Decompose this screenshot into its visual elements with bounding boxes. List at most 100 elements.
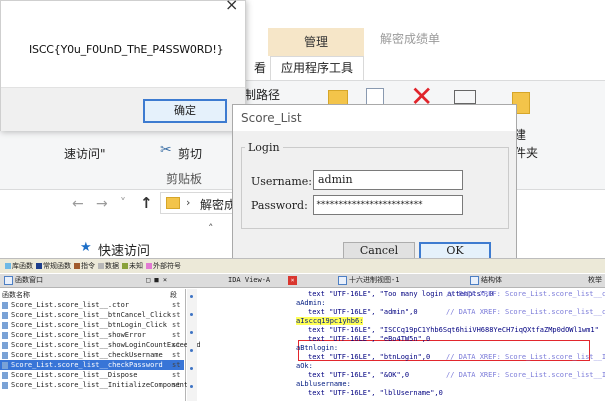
copy-path-button[interactable]: 制路径 xyxy=(244,86,280,103)
function-icon xyxy=(2,371,8,379)
legend-swatch xyxy=(98,263,104,269)
tab-app-tools[interactable]: 应用程序工具 xyxy=(270,56,364,80)
instruction-text: text "UTF-16LE", "ISCCq19pC1Yhb6Sqt6hiiV… xyxy=(308,326,599,334)
function-list-item[interactable]: Score_List.score_list__.ctor st xyxy=(0,300,184,310)
tab-view-partial[interactable]: 看 xyxy=(254,59,266,76)
code-line[interactable]: text "UTF-16LE", "eBo4TW5n",0 xyxy=(308,335,430,344)
function-list-item[interactable]: Score_List.score_list__btnCancel_Click st xyxy=(0,310,184,320)
function-list-item[interactable]: Score_List.score_list__Dispose st xyxy=(0,370,184,380)
tab-functions[interactable]: 函数窗口 xyxy=(4,274,43,287)
legend-swatch xyxy=(122,263,128,269)
tab-enums[interactable]: 枚举 xyxy=(588,274,602,287)
function-name: Score_List.score_list__btnCancel_Click xyxy=(11,311,172,319)
code-label[interactable]: aAdmin: xyxy=(296,299,326,308)
label-name: aOk: xyxy=(296,362,313,370)
functions-window-icon xyxy=(4,275,13,285)
scroll-up-icon[interactable]: ˄ xyxy=(208,222,214,235)
legend-label: 指令 xyxy=(81,262,95,270)
legend-label: 未知 xyxy=(129,262,143,270)
instruction-text: text "UTF-16LE", "eBo4TW5n",0 xyxy=(308,335,431,343)
nav-quick-access[interactable]: 快速访问 xyxy=(98,240,150,259)
cut-icon[interactable]: ✂ xyxy=(160,142,172,158)
xref-marker-icon xyxy=(190,313,193,316)
function-list-item[interactable]: Score_List.score_list__btnLogin_Click st xyxy=(0,320,184,330)
functions-list: 函数名称 段 Score_List.score_list__.ctor st Sco… xyxy=(0,289,201,401)
label-name: aLblusername: xyxy=(296,380,351,388)
code-line[interactable]: text "UTF-16LE", "lblUsername",0 xyxy=(308,389,443,398)
instruction-text: text "UTF-16LE", "admin",0 xyxy=(308,308,418,316)
code-line[interactable]: text "UTF-16LE", "Too many login attempt… xyxy=(308,290,605,299)
address-path[interactable]: 解密成 xyxy=(200,196,236,213)
confirm-button[interactable]: 确定 xyxy=(143,99,227,123)
close-icon[interactable]: × xyxy=(288,276,297,285)
function-name: Score_List.score_list__checkUsername xyxy=(11,351,163,359)
username-field[interactable]: admin xyxy=(313,170,463,190)
function-list-item[interactable]: Score_List.score_list__InitializeCompone… xyxy=(0,380,188,390)
tab-ida-view[interactable]: IDA View-A xyxy=(228,274,270,287)
function-list-item[interactable]: Score_List.score_list__checkUsername st xyxy=(0,350,184,360)
legend-label: 常规函数 xyxy=(43,262,71,270)
arrow-up-icon[interactable]: ↑ xyxy=(140,194,153,212)
label-name: aIsccq19pc1yhb6: xyxy=(296,317,364,325)
tab-structures[interactable]: 结构体 xyxy=(470,274,502,287)
function-name: Score_List.score_list__.ctor xyxy=(11,301,130,309)
function-list-item[interactable]: Score_List.score_list__checkPassword st xyxy=(0,360,184,370)
chevron-right-icon[interactable]: › xyxy=(186,196,190,209)
function-name: Score_List.score_list__checkPassword xyxy=(11,361,163,369)
function-list-item[interactable]: Score_List.score_list__showError st xyxy=(0,330,184,340)
legend-swatch xyxy=(74,263,80,269)
xref-marker-icon xyxy=(190,367,193,370)
code-label[interactable]: aLblusername: xyxy=(296,380,351,389)
password-field[interactable]: ************************ xyxy=(313,195,463,215)
cut-button[interactable]: 剪切 xyxy=(178,145,202,162)
function-list-item[interactable]: Score_List.score_list__showLoginCountExc… xyxy=(0,340,201,350)
rename-icon[interactable] xyxy=(454,90,476,104)
code-line[interactable]: text "UTF-16LE", "&OK",0 // DATA XREF: Sc… xyxy=(308,371,605,380)
legend-label: 库函数 xyxy=(12,262,33,270)
tab-hex-view[interactable]: 十六进制视图-1 xyxy=(338,274,399,287)
legend-swatch xyxy=(36,263,42,269)
code-line[interactable]: text "UTF-16LE", "btnLogin",0 // DATA XRE… xyxy=(308,353,605,362)
function-icon xyxy=(2,331,8,339)
dialog-title: Score_List xyxy=(241,111,302,125)
window-title: 解密成绩单 xyxy=(380,32,441,46)
function-name: Score_List.score_list__Dispose xyxy=(11,371,138,379)
arrow-right-icon[interactable]: → xyxy=(96,196,108,212)
function-segment: st xyxy=(172,301,181,309)
pin-quick-access-label[interactable]: 速访问" xyxy=(64,145,106,162)
function-icon xyxy=(2,321,8,329)
new-folder-label-line2: 件夹 xyxy=(514,146,539,160)
login-group-label: Login xyxy=(245,141,283,154)
structures-icon xyxy=(470,275,479,285)
function-icon xyxy=(2,341,8,349)
function-name: Score_List.score_list__showError xyxy=(11,331,146,339)
xref-marker-icon xyxy=(190,385,193,388)
function-segment: st xyxy=(172,321,181,329)
tab-manage[interactable]: 管理 xyxy=(268,28,364,56)
function-segment: st xyxy=(172,351,181,359)
functions-column-header[interactable]: 函数名称 xyxy=(2,290,30,300)
functions-window-controls[interactable]: □ ■ × xyxy=(146,274,167,287)
code-line[interactable]: text "UTF-16LE", "ISCCq19pC1Yhb6Sqt6hiiV… xyxy=(308,326,599,335)
code-label[interactable]: aIsccq19pc1yhb6: xyxy=(296,317,364,326)
disassembly-listing[interactable]: text "UTF-16LE", "Too many login attempt… xyxy=(198,289,605,401)
function-segment: st xyxy=(172,371,181,379)
xref-comment: // DATA XREF: Score_List.score_list__che… xyxy=(446,290,605,298)
label-name: aAdmin: xyxy=(296,299,326,307)
hex-view-icon xyxy=(338,275,347,285)
close-icon[interactable]: × xyxy=(225,0,238,14)
function-icon xyxy=(2,301,8,309)
code-line[interactable]: text "UTF-16LE", "admin",0 // DATA XREF: … xyxy=(308,308,605,317)
xref-marker-icon xyxy=(190,331,193,334)
code-label[interactable]: aBtnlogin: xyxy=(296,344,338,353)
xref-comment: // DATA XREF: Score_List.score_list__Ini… xyxy=(446,353,605,361)
functions-segment-header[interactable]: 段 xyxy=(170,290,177,300)
recent-locations-chevron-icon[interactable]: ˅ xyxy=(120,196,126,210)
arrow-left-icon[interactable]: ← xyxy=(72,196,84,212)
function-segment: st xyxy=(172,381,181,389)
legend-swatch xyxy=(146,263,152,269)
legend-label: 外部符号 xyxy=(153,262,181,270)
xref-comment: // DATA XREF: Score_List.score_list__Ini… xyxy=(446,371,605,379)
function-name: Score_List.score_list__btnLogin_Click xyxy=(11,321,167,329)
code-label[interactable]: aOk: xyxy=(296,362,313,371)
